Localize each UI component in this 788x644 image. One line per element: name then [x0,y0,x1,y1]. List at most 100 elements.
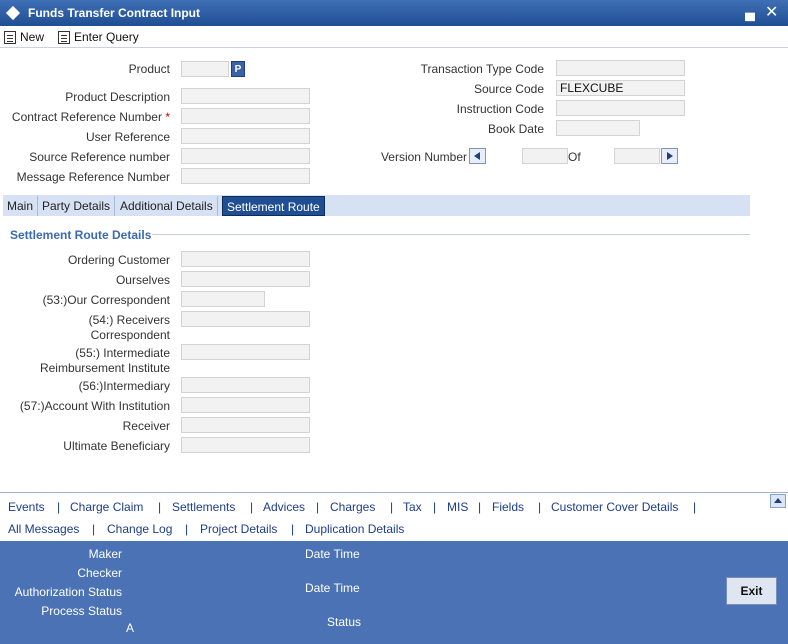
tab-party-details[interactable]: Party Details [38,196,116,216]
ordering-customer-field[interactable] [181,251,310,267]
receivers-correspondent-field[interactable] [181,311,310,327]
link-project-details[interactable]: Project Details [200,522,277,536]
tab-bar: Main Party Details Additional Details Se… [3,195,750,216]
new-document-icon [4,30,16,44]
version-number-label: Version Number [380,150,467,164]
instruction-code-field[interactable] [556,100,685,116]
link-separator: | [316,500,320,514]
process-status-value: A [125,621,134,635]
source-code-field[interactable]: FLEXCUBE [556,80,685,96]
app-diamond-icon [5,5,21,21]
link-separator: | [478,500,482,514]
exit-button[interactable]: Exit [726,577,777,605]
instruction-code-label: Instruction Code [456,102,544,116]
version-total-field[interactable] [614,148,660,164]
link-mis[interactable]: MIS [447,500,468,514]
query-icon [58,30,70,44]
status-label: Status [327,615,362,629]
receivers-correspondent-line1: (54:) Receivers [88,313,170,327]
source-reference-field[interactable] [181,148,310,164]
tab-main[interactable]: Main [3,196,39,216]
message-reference-field[interactable] [181,168,310,184]
arrow-left-icon [474,152,480,160]
link-duplication-details[interactable]: Duplication Details [305,522,404,536]
our-correspondent-field[interactable] [181,291,265,307]
link-fields[interactable]: Fields [492,500,524,514]
toolbar: New Enter Query [0,26,788,48]
checker-label: Checker [77,566,122,580]
intermediate-reimbursement-field[interactable] [181,344,310,360]
account-with-institution-field[interactable] [181,397,310,413]
link-charges[interactable]: Charges [330,500,375,514]
our-correspondent-label: (53:)Our Correspondent [42,293,170,307]
book-date-field[interactable] [556,120,640,136]
link-charge-claim[interactable]: Charge Claim [70,500,143,514]
intermediate-reimbursement-line1: (55:) Intermediate [75,346,170,360]
receiver-field[interactable] [181,417,310,433]
message-reference-label: Message Reference Number [16,170,170,184]
link-separator: | [291,522,295,536]
minimize-icon[interactable]: ▄ [745,4,755,20]
link-separator: | [538,500,542,514]
product-description-field[interactable] [181,88,310,104]
section-title: Settlement Route Details [10,228,152,242]
link-advices[interactable]: Advices [263,500,305,514]
maker-date-time-label: Date Time [305,547,360,561]
checker-date-time-label: Date Time [305,581,360,595]
link-settlements[interactable]: Settlements [172,500,235,514]
window-title: Funds Transfer Contract Input [28,6,201,20]
new-button[interactable]: New [4,29,44,45]
user-reference-field[interactable] [181,128,310,144]
receivers-correspondent-label: (54:) Receivers Correspondent [10,313,170,343]
receivers-correspondent-line2: Correspondent [90,328,170,342]
tab-settlement-route[interactable]: Settlement Route [222,196,325,216]
intermediary-field[interactable] [181,377,310,393]
tab-additional-details[interactable]: Additional Details [116,196,218,216]
enter-query-button[interactable]: Enter Query [58,29,139,45]
link-separator: | [185,522,189,536]
enter-query-label: Enter Query [74,30,139,44]
new-label: New [20,30,45,44]
intermediate-reimbursement-line2: Reimbursement Institute [39,361,170,375]
section-divider [152,234,750,235]
scroll-up-button[interactable] [770,494,786,508]
link-separator: | [57,500,61,514]
product-description-label: Product Description [65,90,170,104]
close-icon[interactable]: ✕ [765,2,778,22]
ultimate-beneficiary-field[interactable] [181,437,310,453]
account-with-institution-label: (57:)Account With Institution [19,399,170,413]
link-change-log[interactable]: Change Log [107,522,172,536]
arrow-up-icon [774,498,782,503]
title-bar: Funds Transfer Contract Input ▄ ✕ [0,0,788,26]
link-customer-cover-details[interactable]: Customer Cover Details [551,500,678,514]
product-label: Product [128,62,170,76]
link-events[interactable]: Events [8,500,45,514]
link-separator: | [250,500,254,514]
version-next-button[interactable] [661,148,678,164]
book-date-label: Book Date [487,122,544,136]
contract-reference-field[interactable] [181,108,310,124]
contract-reference-label: Contract Reference Number * [11,110,170,124]
link-tax[interactable]: Tax [403,500,422,514]
user-reference-label: User Reference [85,130,170,144]
version-number-field[interactable] [522,148,568,164]
link-separator: | [92,522,96,536]
ordering-customer-label: Ordering Customer [67,253,170,267]
product-lookup-button[interactable]: P [231,61,245,77]
of-label: Of [568,150,581,164]
arrow-right-icon [667,152,673,160]
receiver-label: Receiver [122,419,170,433]
link-separator: | [390,500,394,514]
intermediate-reimbursement-label: (55:) Intermediate Reimbursement Institu… [10,346,170,376]
ultimate-beneficiary-label: Ultimate Beneficiary [63,439,170,453]
source-code-label: Source Code [473,82,544,96]
required-marker: * [165,110,170,124]
link-all-messages[interactable]: All Messages [8,522,79,536]
product-field[interactable] [181,61,229,77]
ourselves-field[interactable] [181,271,310,287]
source-reference-label: Source Reference number [29,150,170,164]
transaction-type-field[interactable] [556,60,685,76]
version-previous-button[interactable] [469,148,486,164]
link-separator: | [433,500,437,514]
maker-label: Maker [88,547,122,561]
